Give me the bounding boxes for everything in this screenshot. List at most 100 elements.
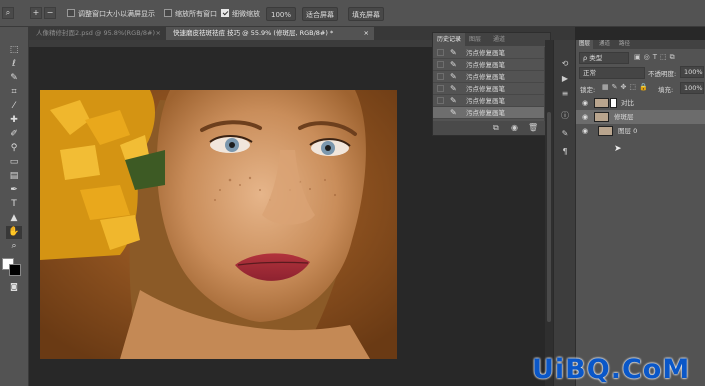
opacity-label: 不透明度: (648, 70, 677, 78)
brush-icon: ✎ (450, 96, 457, 105)
resize-windows-checkbox[interactable] (67, 9, 75, 17)
history-panel-tabs: 历史记录 图层 通道 (433, 33, 550, 46)
trash-icon[interactable]: 🗑 (528, 123, 538, 132)
info-icon[interactable]: ⓘ (559, 110, 571, 122)
tab-label: 快速磨皮祛斑祛痘 技巧 @ 55.9% (修斑层, RGB/8#) * (173, 29, 334, 37)
brush-icon: ✎ (450, 72, 457, 81)
paragraph-icon[interactable]: ¶ (559, 146, 571, 158)
filter-icons[interactable]: ▣◎T⬚⧉ (634, 53, 678, 62)
history-checkbox[interactable] (437, 85, 444, 92)
zoom-tool-sidebar-icon[interactable]: ⌕ (6, 240, 22, 253)
tools-panel: ⬚ ℓ ✎ ⌗ ⁄ ✚ ✐ ⚲ ▭ ▤ ✒ T ▲ ✋ ⌕ ◙ (0, 27, 29, 386)
panel-icon-column: ⟲ ▶ ≡ ⓘ ✎ ¶ (553, 40, 575, 386)
hand-tool-icon[interactable]: ✋ (6, 226, 22, 239)
brush-settings-icon[interactable]: ✎ (559, 128, 571, 140)
adjustments-icon[interactable]: ≡ (559, 88, 571, 100)
fit-screen-button[interactable]: 适合屏幕 (302, 7, 338, 21)
path-select-tool-icon[interactable]: ▲ (6, 212, 22, 225)
layer-filter-select[interactable]: ρ 类型 (579, 52, 629, 64)
history-item[interactable]: ✎ 污点修复画笔 (433, 47, 545, 59)
pen-tool-icon[interactable]: ✒ (6, 184, 22, 197)
history-checkbox[interactable] (437, 49, 444, 56)
layer-thumbnail (594, 112, 609, 122)
new-document-from-state-icon[interactable]: ⧉ (493, 123, 499, 133)
tab-history[interactable]: 历史记录 (433, 33, 466, 46)
gradient-tool-icon[interactable]: ▤ (6, 170, 22, 183)
history-checkbox[interactable] (437, 109, 444, 116)
tab-layers[interactable]: 图层 (576, 40, 594, 49)
healing-brush-tool-icon[interactable]: ✚ (6, 114, 22, 127)
fill-screen-button[interactable]: 填充屏幕 (348, 7, 384, 21)
history-checkbox[interactable] (437, 73, 444, 80)
brush-icon: ✎ (450, 48, 457, 57)
history-panel: 历史记录 图层 通道 ✎ 污点修复画笔 ✎ 污点修复画笔 ✎ 污点修复画笔 ✎ 污点修复… (432, 32, 551, 136)
zoom-in-button[interactable]: + (30, 7, 42, 19)
zoom-out-button[interactable]: − (44, 7, 56, 19)
brush-icon: ✎ (450, 84, 457, 93)
history-checkbox[interactable] (437, 61, 444, 68)
watermark-logo: UiBQ.CoM (532, 354, 691, 385)
crop-tool-icon[interactable]: ⌗ (6, 86, 22, 99)
history-item[interactable]: ✎ 污点修复画笔 (433, 59, 545, 71)
quick-mask-icon[interactable]: ◙ (6, 280, 22, 293)
scrubby-zoom-label: 细微缩放 (232, 10, 260, 18)
tab-document-2[interactable]: 快速磨皮祛斑祛痘 技巧 @ 55.9% (修斑层, RGB/8#) * × (166, 27, 374, 40)
history-item-current[interactable]: ✎ 污点修复画笔 (433, 107, 545, 119)
resize-windows-label: 调整窗口大小以满屏显示 (78, 10, 155, 18)
history-panel-icon[interactable]: ⟲ (559, 58, 571, 70)
zoom-all-label: 缩放所有窗口 (175, 10, 217, 18)
marquee-tool-icon[interactable]: ⬚ (6, 44, 22, 57)
history-checkbox[interactable] (437, 97, 444, 104)
options-bar: ⌕ + − 调整窗口大小以满屏显示 缩放所有窗口 细微缩放 100% 适合屏幕 … (0, 0, 705, 27)
lock-label: 锁定: (580, 86, 596, 94)
tab-layers[interactable]: 图层 (465, 33, 485, 46)
portrait-photo[interactable] (40, 90, 397, 359)
tab-label: 人像精修封面2.psd @ 95.8%(RGB/8#) (36, 29, 155, 37)
play-actions-icon[interactable]: ▶ (559, 73, 571, 85)
fill-field[interactable]: 100% (680, 82, 704, 94)
layer-thumbnail (594, 98, 609, 108)
tab-paths[interactable]: 路径 (616, 40, 633, 49)
zoom-100-button[interactable]: 100% (266, 7, 296, 21)
history-item[interactable]: ✎ 污点修复画笔 (433, 83, 545, 95)
eye-icon[interactable]: ◉ (582, 127, 588, 135)
blend-mode-select[interactable]: 正常 (579, 67, 645, 79)
lock-icons[interactable]: ▦✎✥⬚🔒 (602, 83, 651, 91)
eye-icon[interactable]: ◉ (582, 99, 588, 107)
layer-row-contrast[interactable]: ◉ 对比 (576, 96, 705, 110)
lasso-tool-icon[interactable]: ℓ (6, 58, 22, 71)
layer-thumbnail (598, 126, 613, 136)
brush-icon: ✎ (450, 60, 457, 69)
history-item[interactable]: ✎ 污点修复画笔 (433, 71, 545, 83)
type-tool-icon[interactable]: T (6, 198, 22, 211)
layer-row-spot-fix[interactable]: ◉ 修斑层 (576, 110, 705, 124)
history-panel-footer: ⧉ ◉ 🗑 (433, 121, 550, 135)
tab-document-1[interactable]: 人像精修封面2.psd @ 95.8%(RGB/8#) × (29, 27, 166, 40)
layers-panel: 图层 通道 路径 ρ 类型 ▣◎T⬚⧉ 正常 不透明度: 100% 锁定: ▦✎… (575, 40, 705, 386)
eyedropper-tool-icon[interactable]: ⁄ (6, 100, 22, 113)
zoom-tool-icon[interactable]: ⌕ (2, 7, 14, 19)
brush-icon: ✎ (450, 108, 457, 117)
layer-row-layer-0[interactable]: ◉ 图层 0 (576, 124, 705, 138)
snapshot-camera-icon[interactable]: ◉ (511, 123, 518, 132)
background-color-swatch[interactable] (9, 264, 21, 276)
tab-channels[interactable]: 通道 (596, 40, 613, 49)
close-icon[interactable]: × (364, 27, 369, 40)
history-item[interactable]: ✎ 污点修复画笔 (433, 95, 545, 107)
canvas-scrollbar[interactable] (545, 40, 553, 386)
close-icon[interactable]: × (156, 27, 161, 40)
mouse-cursor-icon: ➤ (614, 144, 622, 154)
layer-mask-thumbnail (610, 98, 617, 108)
opacity-field[interactable]: 100% (680, 66, 704, 78)
eraser-tool-icon[interactable]: ▭ (6, 156, 22, 169)
layers-panel-tabs: 图层 通道 路径 (576, 40, 705, 49)
clone-stamp-tool-icon[interactable]: ⚲ (6, 142, 22, 155)
portrait-image (40, 90, 397, 359)
scrubby-zoom-checkbox[interactable] (221, 9, 229, 17)
brush-tool-icon[interactable]: ✐ (6, 128, 22, 141)
eye-icon[interactable]: ◉ (582, 113, 588, 121)
zoom-all-checkbox[interactable] (164, 9, 172, 17)
fill-label: 填充: (658, 86, 674, 94)
quick-select-tool-icon[interactable]: ✎ (6, 72, 22, 85)
tab-channels[interactable]: 通道 (489, 33, 509, 46)
